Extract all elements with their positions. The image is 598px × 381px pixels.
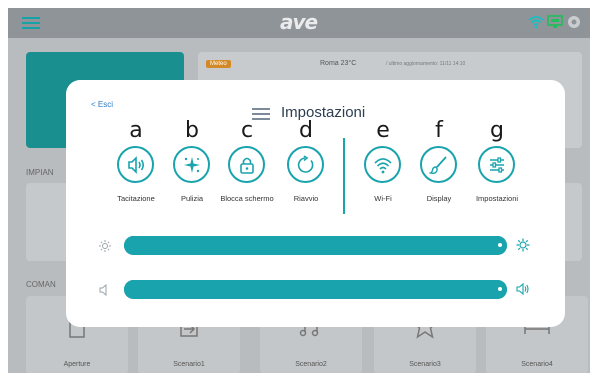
scene-label: Scenario3 [409,361,441,368]
annotation-letter-b: b [185,118,199,143]
settings-modal: < Esci Impostazioni a b c d e f g Tacita… [66,80,565,327]
label-riavvio: Riavvio [293,194,319,203]
brightness-knob[interactable] [498,243,502,247]
weather-badge: Meteo [206,60,231,68]
mute-button[interactable] [117,146,154,183]
exit-link[interactable]: < Esci [91,100,113,109]
wifi-icon [374,158,392,174]
hamburger-menu-icon[interactable] [22,17,40,29]
restart-icon [297,155,314,173]
section-comandi-title: COMAN [26,280,56,289]
scene-label: Scenario4 [521,361,553,368]
top-bar: ave [8,8,590,38]
lock-screen-button[interactable] [228,146,265,183]
annotation-letter-d: d [299,118,313,143]
scene-label: Scenario1 [173,361,205,368]
scene-label: Scenario2 [295,361,327,368]
volume-knob[interactable] [498,287,502,291]
cleaning-button[interactable] [173,146,210,183]
annotation-letter-f: f [435,118,443,143]
settings-gear-icon[interactable] [567,15,581,29]
brightness-low-icon [99,240,111,252]
wifi-status-icon [528,16,544,29]
volume-low-icon [99,283,107,297]
lock-icon [240,157,254,174]
scene-label: Aperture [63,361,91,368]
volume-fill [124,280,507,299]
speaker-icon [128,156,145,174]
network-status-icon [547,15,563,28]
screen-frame: ave Meteo Roma 23°C / ultimo aggiornamen… [8,8,590,373]
display-button[interactable] [420,146,457,183]
wifi-button[interactable] [364,146,401,183]
brush-icon [429,156,447,174]
brightness-high-icon [516,238,530,252]
weather-updated: / ultimo aggiornamento: 11/11 14:10 [386,61,466,67]
brightness-fill [124,236,507,255]
annotation-letter-g: g [490,118,504,143]
sparkle-icon [184,157,200,173]
sliders-icon [490,157,504,173]
weather-city-temp: Roma 23°C [320,60,357,67]
label-impostazioni: Impostazioni [475,194,519,203]
app-logo: ave [280,10,318,34]
section-impianti-title: IMPIAN [26,168,54,177]
annotation-letter-c: c [240,118,254,143]
brightness-slider[interactable] [124,236,507,255]
volume-slider[interactable] [124,280,507,299]
annotation-letter-a: a [129,118,143,143]
restart-button[interactable] [287,146,324,183]
annotation-letter-e: e [376,118,390,143]
volume-high-icon [516,282,529,296]
settings-button[interactable] [478,146,515,183]
